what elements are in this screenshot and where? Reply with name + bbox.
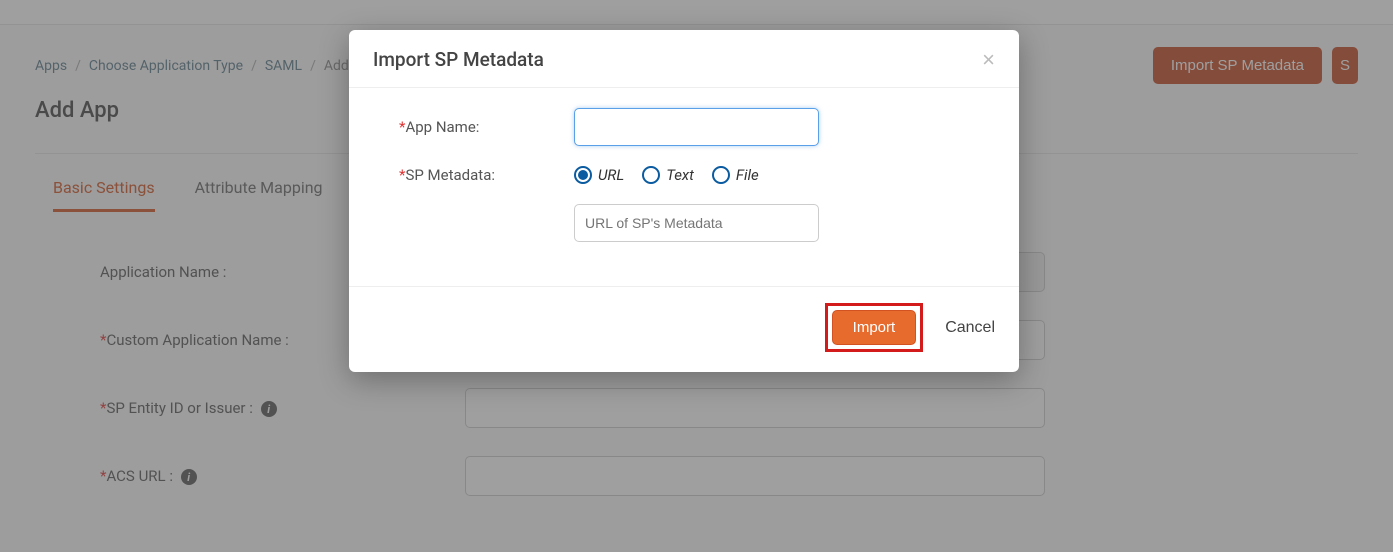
radio-icon [574,166,592,184]
modal-title: Import SP Metadata [373,48,544,71]
cancel-button[interactable]: Cancel [945,319,995,337]
modal-app-name-label: *App Name: [399,118,574,136]
radio-icon [712,166,730,184]
sp-metadata-radio-group: URL Text File [574,166,759,184]
radio-file[interactable]: File [712,166,759,184]
radio-text[interactable]: Text [642,166,694,184]
modal-sp-metadata-label: *SP Metadata: [399,166,574,184]
close-icon[interactable]: × [982,49,995,71]
import-sp-metadata-modal: Import SP Metadata × *App Name: *SP Meta… [349,30,1019,372]
import-highlight: Import [825,303,924,352]
radio-icon [642,166,660,184]
modal-app-name-input[interactable] [574,108,819,146]
sp-metadata-url-input[interactable] [574,204,819,242]
radio-url[interactable]: URL [574,166,624,184]
import-button[interactable]: Import [832,310,917,345]
